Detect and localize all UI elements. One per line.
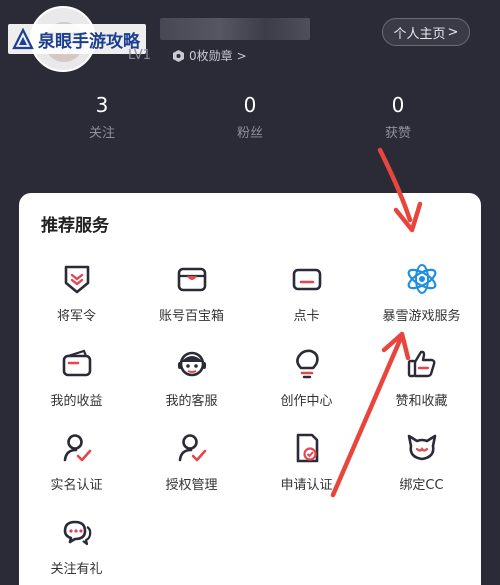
blizzard-logo-icon [404, 261, 440, 297]
watermark-logo-icon [12, 28, 34, 50]
card-icon [289, 261, 325, 297]
service-account-box[interactable]: 账号百宝箱 [134, 261, 249, 341]
user-verified-icon [59, 430, 95, 466]
service-bind-cc[interactable]: 绑定CC [364, 430, 479, 510]
user-authorize-icon [174, 430, 210, 466]
service-label: 实名认证 [50, 478, 103, 493]
chevron-right-icon: > [236, 48, 247, 63]
lightbulb-icon [289, 346, 325, 382]
service-label: 将军令 [56, 309, 96, 324]
service-label: 创作中心 [280, 394, 333, 409]
thumbs-up-icon [404, 346, 440, 382]
services-title: 推荐服务 [41, 216, 109, 236]
service-follow-gift[interactable]: 关注有礼 [19, 514, 134, 585]
stat-label: 获赞 [384, 126, 411, 141]
service-label: 申请认证 [280, 478, 333, 493]
medal-hexagon-icon [173, 49, 184, 62]
service-authorization[interactable]: 授权管理 [134, 430, 249, 510]
stat-label: 粉丝 [236, 126, 263, 141]
profile-button-label: 个人主页 [393, 26, 446, 42]
stat-value: 0 [243, 93, 257, 117]
service-label: 授权管理 [165, 478, 218, 493]
stat-value: 0 [391, 93, 405, 117]
profile-page-button[interactable]: 个人主页 > [382, 18, 470, 46]
chevron-right-icon: > [447, 24, 459, 40]
service-label: 暴雪游戏服务 [382, 309, 461, 324]
stat-value: 3 [95, 93, 109, 117]
stat-followers[interactable]: 0 粉丝 [190, 92, 310, 141]
service-label: 关注有礼 [50, 562, 103, 577]
document-check-icon [289, 430, 325, 466]
treasure-box-icon [174, 261, 210, 297]
cc-cat-icon [404, 430, 440, 466]
chat-bubbles-icon [59, 514, 95, 550]
service-apply-certification[interactable]: 申请认证 [249, 430, 364, 510]
service-earnings[interactable]: 我的收益 [19, 346, 134, 426]
stat-likes[interactable]: 0 获赞 [338, 92, 458, 141]
service-label: 点卡 [293, 309, 320, 324]
service-jiangjunling[interactable]: 将军令 [19, 261, 134, 341]
service-blizzard[interactable]: 暴雪游戏服务 [364, 261, 479, 341]
level-label: LV1 [128, 48, 151, 63]
badge-link[interactable]: 0枚勋章 > [172, 47, 247, 64]
service-customer-service[interactable]: 我的客服 [134, 346, 249, 426]
shield-badge-icon [59, 261, 95, 297]
profile-header: 泉眼手游攻略 LV1 0枚勋章 > 个人主页 > 3 关注 0 粉丝 0 获赞 [0, 0, 500, 195]
service-label: 赞和收藏 [395, 394, 448, 409]
service-label: 我的客服 [165, 394, 218, 409]
stat-label: 关注 [88, 126, 115, 141]
service-label: 绑定CC [399, 478, 444, 493]
service-label: 账号百宝箱 [158, 309, 224, 324]
service-real-name[interactable]: 实名认证 [19, 430, 134, 510]
services-card: 推荐服务 将军令 账号百宝箱 点卡 暴雪游戏服务 我的收益 我的客服 创作中心 … [19, 193, 481, 585]
watermark-text: 泉眼手游攻略 [38, 31, 140, 52]
service-creator-center[interactable]: 创作中心 [249, 346, 364, 426]
service-likes-favorites[interactable]: 赞和收藏 [364, 346, 479, 426]
stat-following[interactable]: 3 关注 [42, 92, 162, 141]
badge-label: 0枚勋章 [189, 49, 233, 63]
customer-service-icon [174, 346, 210, 382]
service-point-card[interactable]: 点卡 [249, 261, 364, 341]
watermark: 泉眼手游攻略 [8, 24, 146, 54]
username-redacted [160, 18, 310, 40]
service-label: 我的收益 [50, 394, 103, 409]
stats-row: 3 关注 0 粉丝 0 获赞 [0, 92, 500, 148]
wallet-icon [59, 346, 95, 382]
